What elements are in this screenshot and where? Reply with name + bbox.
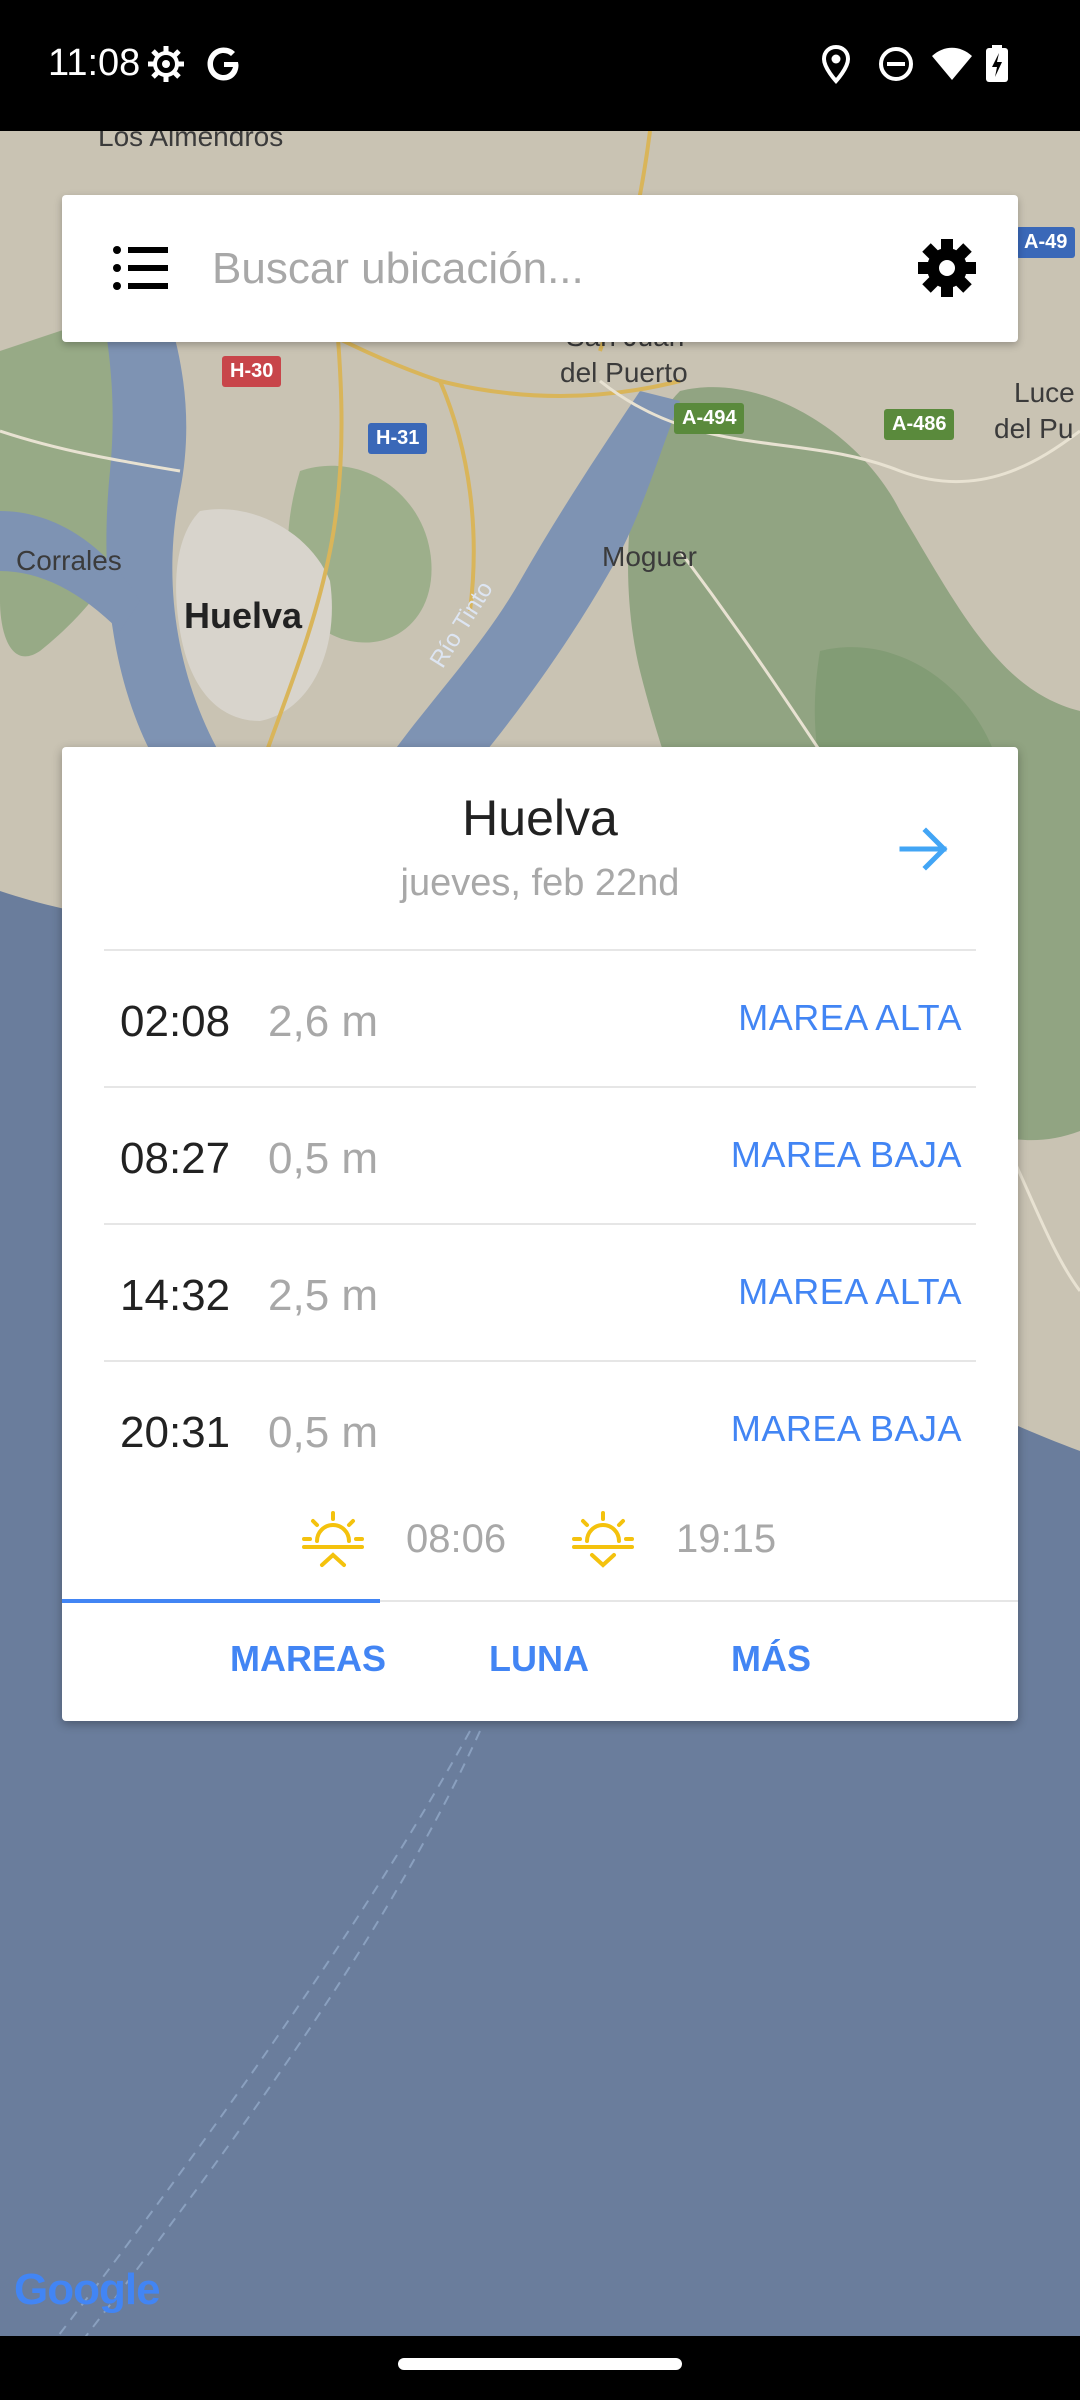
road-shield-a486: A-486 [884, 409, 955, 440]
sunrise-icon [302, 1511, 364, 1567]
tide-row: 02:08 2,6 m MAREA ALTA [104, 949, 976, 1087]
battery-charging-icon [986, 45, 1008, 82]
date-label: jueves, feb 22nd [400, 862, 680, 904]
map-label-corrales: Corrales [16, 545, 122, 576]
map-label-lucena: Luce [1014, 377, 1075, 408]
tab-luna[interactable]: LUNA [439, 1638, 639, 1680]
search-bar [62, 195, 1018, 342]
map-label-del-puerto: del Puerto [560, 357, 688, 388]
active-tab-indicator [62, 1599, 380, 1603]
google-g-icon [207, 47, 239, 81]
tide-card: Huelva jueves, feb 22nd 02:08 2,6 m MARE… [62, 747, 1018, 1721]
location-title: Huelva [462, 790, 618, 846]
do-not-disturb-icon [879, 47, 913, 81]
tide-height: 0,5 m [268, 1134, 379, 1183]
tide-height: 0,5 m [268, 1408, 379, 1457]
tide-time: 14:32 [120, 1271, 231, 1320]
sunset-icon [572, 1511, 634, 1568]
road-shield-a494: A-494 [674, 403, 745, 434]
tide-row: 20:31 0,5 m MAREA BAJA [104, 1360, 976, 1498]
location-pin-icon [821, 44, 851, 84]
status-bar: 11:08 [0, 0, 1080, 131]
tide-time: 20:31 [120, 1408, 231, 1457]
status-time: 11:08 [48, 42, 141, 84]
tide-height: 2,6 m [268, 997, 379, 1046]
list-menu-icon[interactable] [112, 243, 170, 293]
road-shield-h31: H-31 [368, 423, 428, 454]
tide-height: 2,5 m [268, 1271, 379, 1320]
map-label-moguer: Moguer [602, 541, 697, 572]
road-shield-a49: A-49 [1016, 227, 1076, 258]
tide-row: 08:27 0,5 m MAREA BAJA [104, 1086, 976, 1224]
google-logo-text: Google [14, 2265, 161, 2314]
navigation-bar [0, 2336, 1080, 2400]
tide-type: MAREA ALTA [738, 997, 962, 1038]
map-label-huelva: Huelva [184, 595, 303, 636]
settings-gear-icon [148, 46, 184, 82]
home-gesture-handle[interactable] [398, 2358, 682, 2370]
tide-time: 08:27 [120, 1134, 231, 1183]
map-label-lucena-2: del Pu [994, 413, 1074, 444]
tab-mas[interactable]: MÁS [671, 1638, 871, 1680]
sunset-time: 19:15 [676, 1517, 777, 1561]
tide-type: MAREA ALTA [738, 1271, 962, 1312]
search-input[interactable] [210, 235, 934, 303]
tide-time: 02:08 [120, 997, 231, 1046]
google-logo: Google [14, 2265, 161, 2315]
tide-type: MAREA BAJA [730, 1134, 962, 1175]
wifi-icon [932, 47, 972, 80]
map-label-los-almendros: Los Almendros [98, 131, 284, 152]
road-shield-h30: H-30 [222, 356, 282, 387]
tide-type: MAREA BAJA [730, 1408, 962, 1449]
settings-icon[interactable] [916, 237, 978, 299]
arrow-right-icon[interactable] [894, 819, 954, 879]
tide-row: 14:32 2,5 m MAREA ALTA [104, 1223, 976, 1361]
tab-mareas[interactable]: MAREAS [208, 1638, 408, 1680]
sunrise-time: 08:06 [406, 1517, 507, 1561]
card-tabs: MAREAS LUNA MÁS [62, 1599, 1018, 1723]
